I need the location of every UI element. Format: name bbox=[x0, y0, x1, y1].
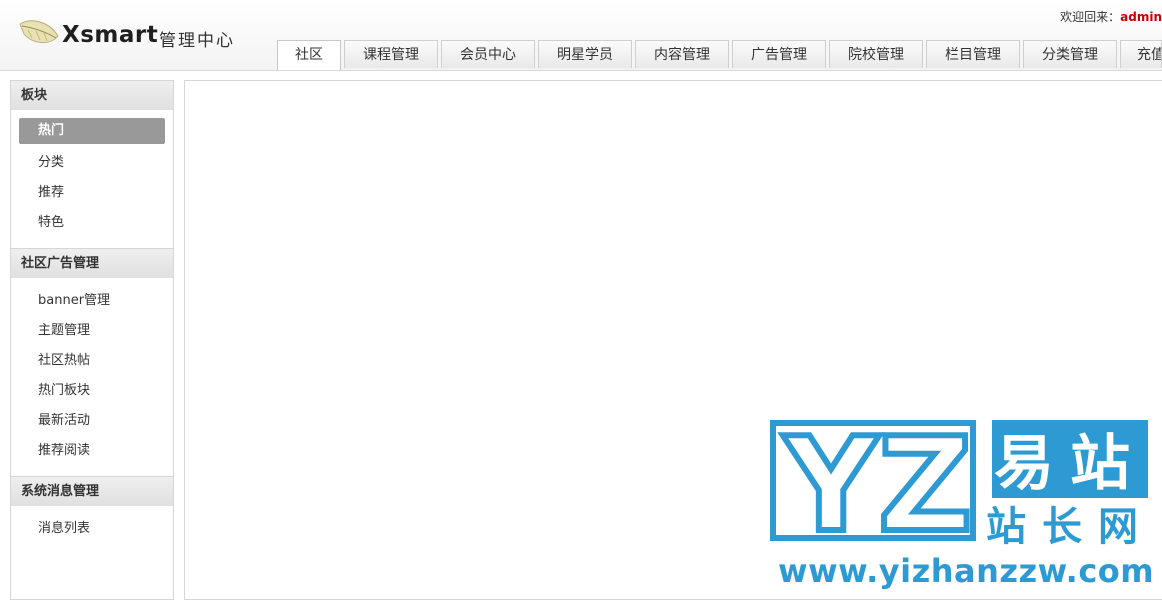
tab-column-management[interactable]: 栏目管理 bbox=[926, 40, 1020, 68]
sidebar-item-featured[interactable]: 特色 bbox=[19, 208, 165, 238]
sidebar-item-recommended-reading[interactable]: 推荐阅读 bbox=[19, 436, 165, 466]
sidebar-item-hot-posts[interactable]: 社区热帖 bbox=[19, 346, 165, 376]
watermark-logo: YZ 易站 站长网 bbox=[770, 420, 1152, 548]
sidebar-item-hot-boards[interactable]: 热门板块 bbox=[19, 376, 165, 406]
tab-community[interactable]: 社区 bbox=[277, 40, 341, 70]
tab-course-management[interactable]: 课程管理 bbox=[344, 40, 438, 68]
sidebar-section-community-ads: 社区广告管理 bbox=[11, 248, 173, 278]
sidebar-section-community-ads-body: banner管理 主题管理 社区热帖 热门板块 最新活动 推荐阅读 bbox=[11, 278, 173, 476]
watermark-url: www.yizhanzzw.com bbox=[778, 552, 1155, 590]
watermark-line1: 易站 bbox=[994, 429, 1146, 499]
leaf-logo-icon bbox=[19, 20, 59, 43]
tab-recharge[interactable]: 充值 bbox=[1120, 40, 1162, 68]
sidebar-section-system-messages-body: 消息列表 bbox=[11, 506, 173, 554]
watermark-line2: 站长网 bbox=[986, 504, 1152, 548]
sidebar-section-boards-body: 热门 分类 推荐 特色 bbox=[11, 110, 173, 248]
tab-star-students[interactable]: 明星学员 bbox=[538, 40, 632, 68]
tab-category-management[interactable]: 分类管理 bbox=[1023, 40, 1117, 68]
tab-member-center[interactable]: 会员中心 bbox=[441, 40, 535, 68]
tab-ad-management[interactable]: 广告管理 bbox=[732, 40, 826, 68]
sidebar: 板块 热门 分类 推荐 特色 社区广告管理 banner管理 主题管理 社区热帖… bbox=[10, 80, 174, 600]
watermark-yz-glyphs: YZ bbox=[782, 420, 972, 548]
sidebar-item-latest-events[interactable]: 最新活动 bbox=[19, 406, 165, 436]
logo-subtitle: 管理中心 bbox=[159, 31, 235, 51]
welcome-label: 欢迎回来： bbox=[1060, 10, 1121, 24]
welcome-text: 欢迎回来：admin bbox=[1060, 8, 1162, 25]
sidebar-item-category[interactable]: 分类 bbox=[19, 148, 165, 178]
logo-brand: Xsmart bbox=[62, 22, 159, 48]
header: Xsmart 管理中心 欢迎回来：admin 社区 课程管理 会员中心 明星学员… bbox=[0, 0, 1162, 71]
sidebar-item-hot[interactable]: 热门 bbox=[19, 118, 165, 144]
sidebar-section-boards: 板块 bbox=[11, 81, 173, 110]
sidebar-item-recommend[interactable]: 推荐 bbox=[19, 178, 165, 208]
sidebar-item-banner-management[interactable]: banner管理 bbox=[19, 286, 165, 316]
tab-school-management[interactable]: 院校管理 bbox=[829, 40, 923, 68]
tab-content-management[interactable]: 内容管理 bbox=[635, 40, 729, 68]
sidebar-section-system-messages: 系统消息管理 bbox=[11, 476, 173, 506]
sidebar-item-message-list[interactable]: 消息列表 bbox=[19, 514, 165, 544]
username-link[interactable]: admin bbox=[1120, 10, 1162, 24]
sidebar-item-topic-management[interactable]: 主题管理 bbox=[19, 316, 165, 346]
